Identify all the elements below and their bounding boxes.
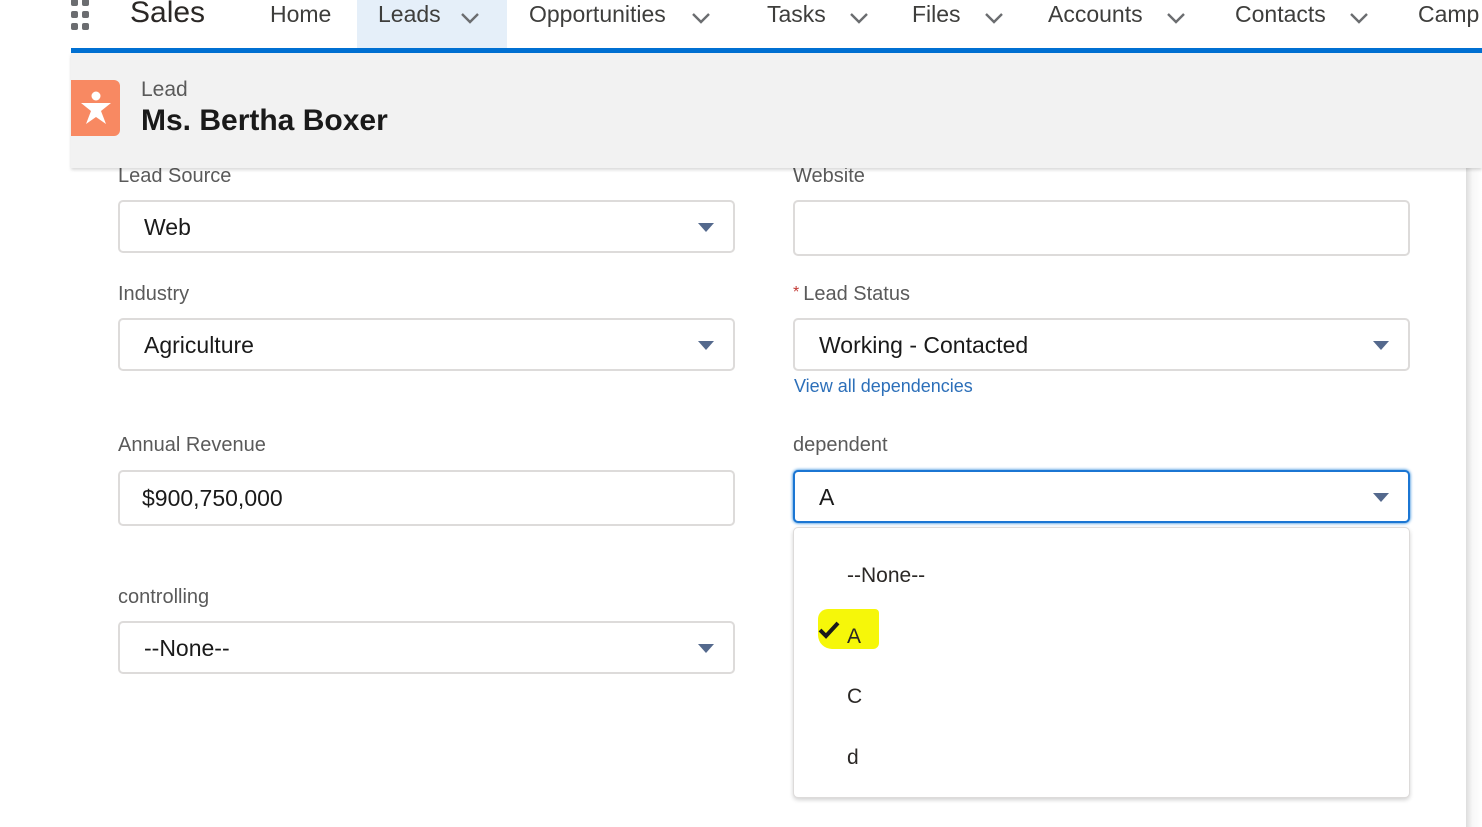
- controlling-select[interactable]: --None--: [118, 621, 735, 674]
- scrollbar[interactable]: [1466, 168, 1482, 827]
- industry-value: Agriculture: [144, 332, 254, 358]
- option-label: d: [847, 746, 859, 769]
- nav-tab-label: Contacts: [1235, 1, 1326, 27]
- nav-tab-campaigns[interactable]: Camp: [1418, 0, 1479, 48]
- website-input[interactable]: [793, 200, 1410, 256]
- lead-source-label: Lead Source: [118, 165, 232, 187]
- annual-revenue-input[interactable]: $900,750,000: [118, 470, 735, 526]
- lead-status-value: Working - Contacted: [819, 332, 1029, 358]
- chevron-down-icon[interactable]: [848, 7, 870, 29]
- option-label: A: [847, 625, 862, 648]
- nav-tab-label: Camp: [1418, 1, 1480, 27]
- option-label: --None--: [847, 564, 926, 587]
- annual-revenue-value: $900,750,000: [142, 485, 283, 511]
- chevron-down-icon[interactable]: [1348, 7, 1370, 29]
- required-marker: *: [793, 284, 800, 301]
- view-all-dependencies-link[interactable]: View all dependencies: [794, 376, 973, 397]
- chevron-down-icon[interactable]: [459, 7, 481, 29]
- record-object-type: Lead: [141, 78, 188, 101]
- nav-tab-home[interactable]: Home: [270, 0, 331, 48]
- dependent-value: A: [819, 484, 835, 510]
- nav-tab-opportunities[interactable]: Opportunities: [529, 0, 712, 48]
- caret-down-icon: [698, 223, 714, 232]
- nav-tab-label: Opportunities: [529, 1, 666, 27]
- app-launcher-icon[interactable]: [71, 0, 93, 34]
- dependent-dropdown-list: --None-- A C d: [793, 527, 1410, 798]
- annual-revenue-label: Annual Revenue: [118, 434, 266, 456]
- lead-status-label: * Lead Status: [793, 283, 910, 306]
- nav-tab-label: Tasks: [767, 1, 826, 27]
- lead-source-value: Web: [144, 214, 191, 240]
- lead-icon: [71, 80, 120, 136]
- nav-tab-tasks[interactable]: Tasks: [767, 0, 870, 48]
- nav-tab-label: Leads: [378, 1, 441, 27]
- option-label: C: [847, 685, 863, 708]
- chevron-down-icon[interactable]: [690, 7, 712, 29]
- dependent-select[interactable]: A: [793, 470, 1410, 523]
- caret-down-icon: [1373, 493, 1389, 502]
- nav-tab-files[interactable]: Files: [912, 0, 1005, 48]
- lead-status-label-text: Lead Status: [803, 283, 910, 305]
- controlling-value: --None--: [144, 635, 230, 661]
- record-title: Ms. Bertha Boxer: [141, 104, 388, 137]
- dropdown-option-c[interactable]: C: [794, 679, 1409, 719]
- industry-label: Industry: [118, 283, 190, 305]
- checkmark-icon: [818, 619, 840, 641]
- dropdown-option-none[interactable]: --None--: [794, 558, 1409, 598]
- nav-tab-contacts[interactable]: Contacts: [1235, 0, 1370, 48]
- caret-down-icon: [698, 341, 714, 350]
- dropdown-option-d[interactable]: d: [794, 740, 1409, 780]
- lead-source-select[interactable]: Web: [118, 200, 735, 253]
- nav-tab-label: Files: [912, 1, 961, 27]
- nav-tab-label: Accounts: [1048, 1, 1143, 27]
- industry-select[interactable]: Agriculture: [118, 318, 735, 371]
- dropdown-option-a[interactable]: A: [794, 609, 1409, 659]
- website-label: Website: [793, 165, 865, 187]
- nav-tab-leads[interactable]: Leads: [357, 0, 507, 48]
- lead-status-select[interactable]: Working - Contacted: [793, 318, 1410, 371]
- app-name: Sales: [130, 0, 206, 29]
- chevron-down-icon[interactable]: [983, 7, 1005, 29]
- caret-down-icon: [698, 644, 714, 653]
- caret-down-icon: [1373, 341, 1389, 350]
- nav-tab-label: Home: [270, 1, 332, 27]
- controlling-label: controlling: [118, 586, 210, 608]
- chevron-down-icon[interactable]: [1165, 7, 1187, 29]
- nav-tab-accounts[interactable]: Accounts: [1048, 0, 1187, 48]
- dependent-label: dependent: [793, 434, 888, 456]
